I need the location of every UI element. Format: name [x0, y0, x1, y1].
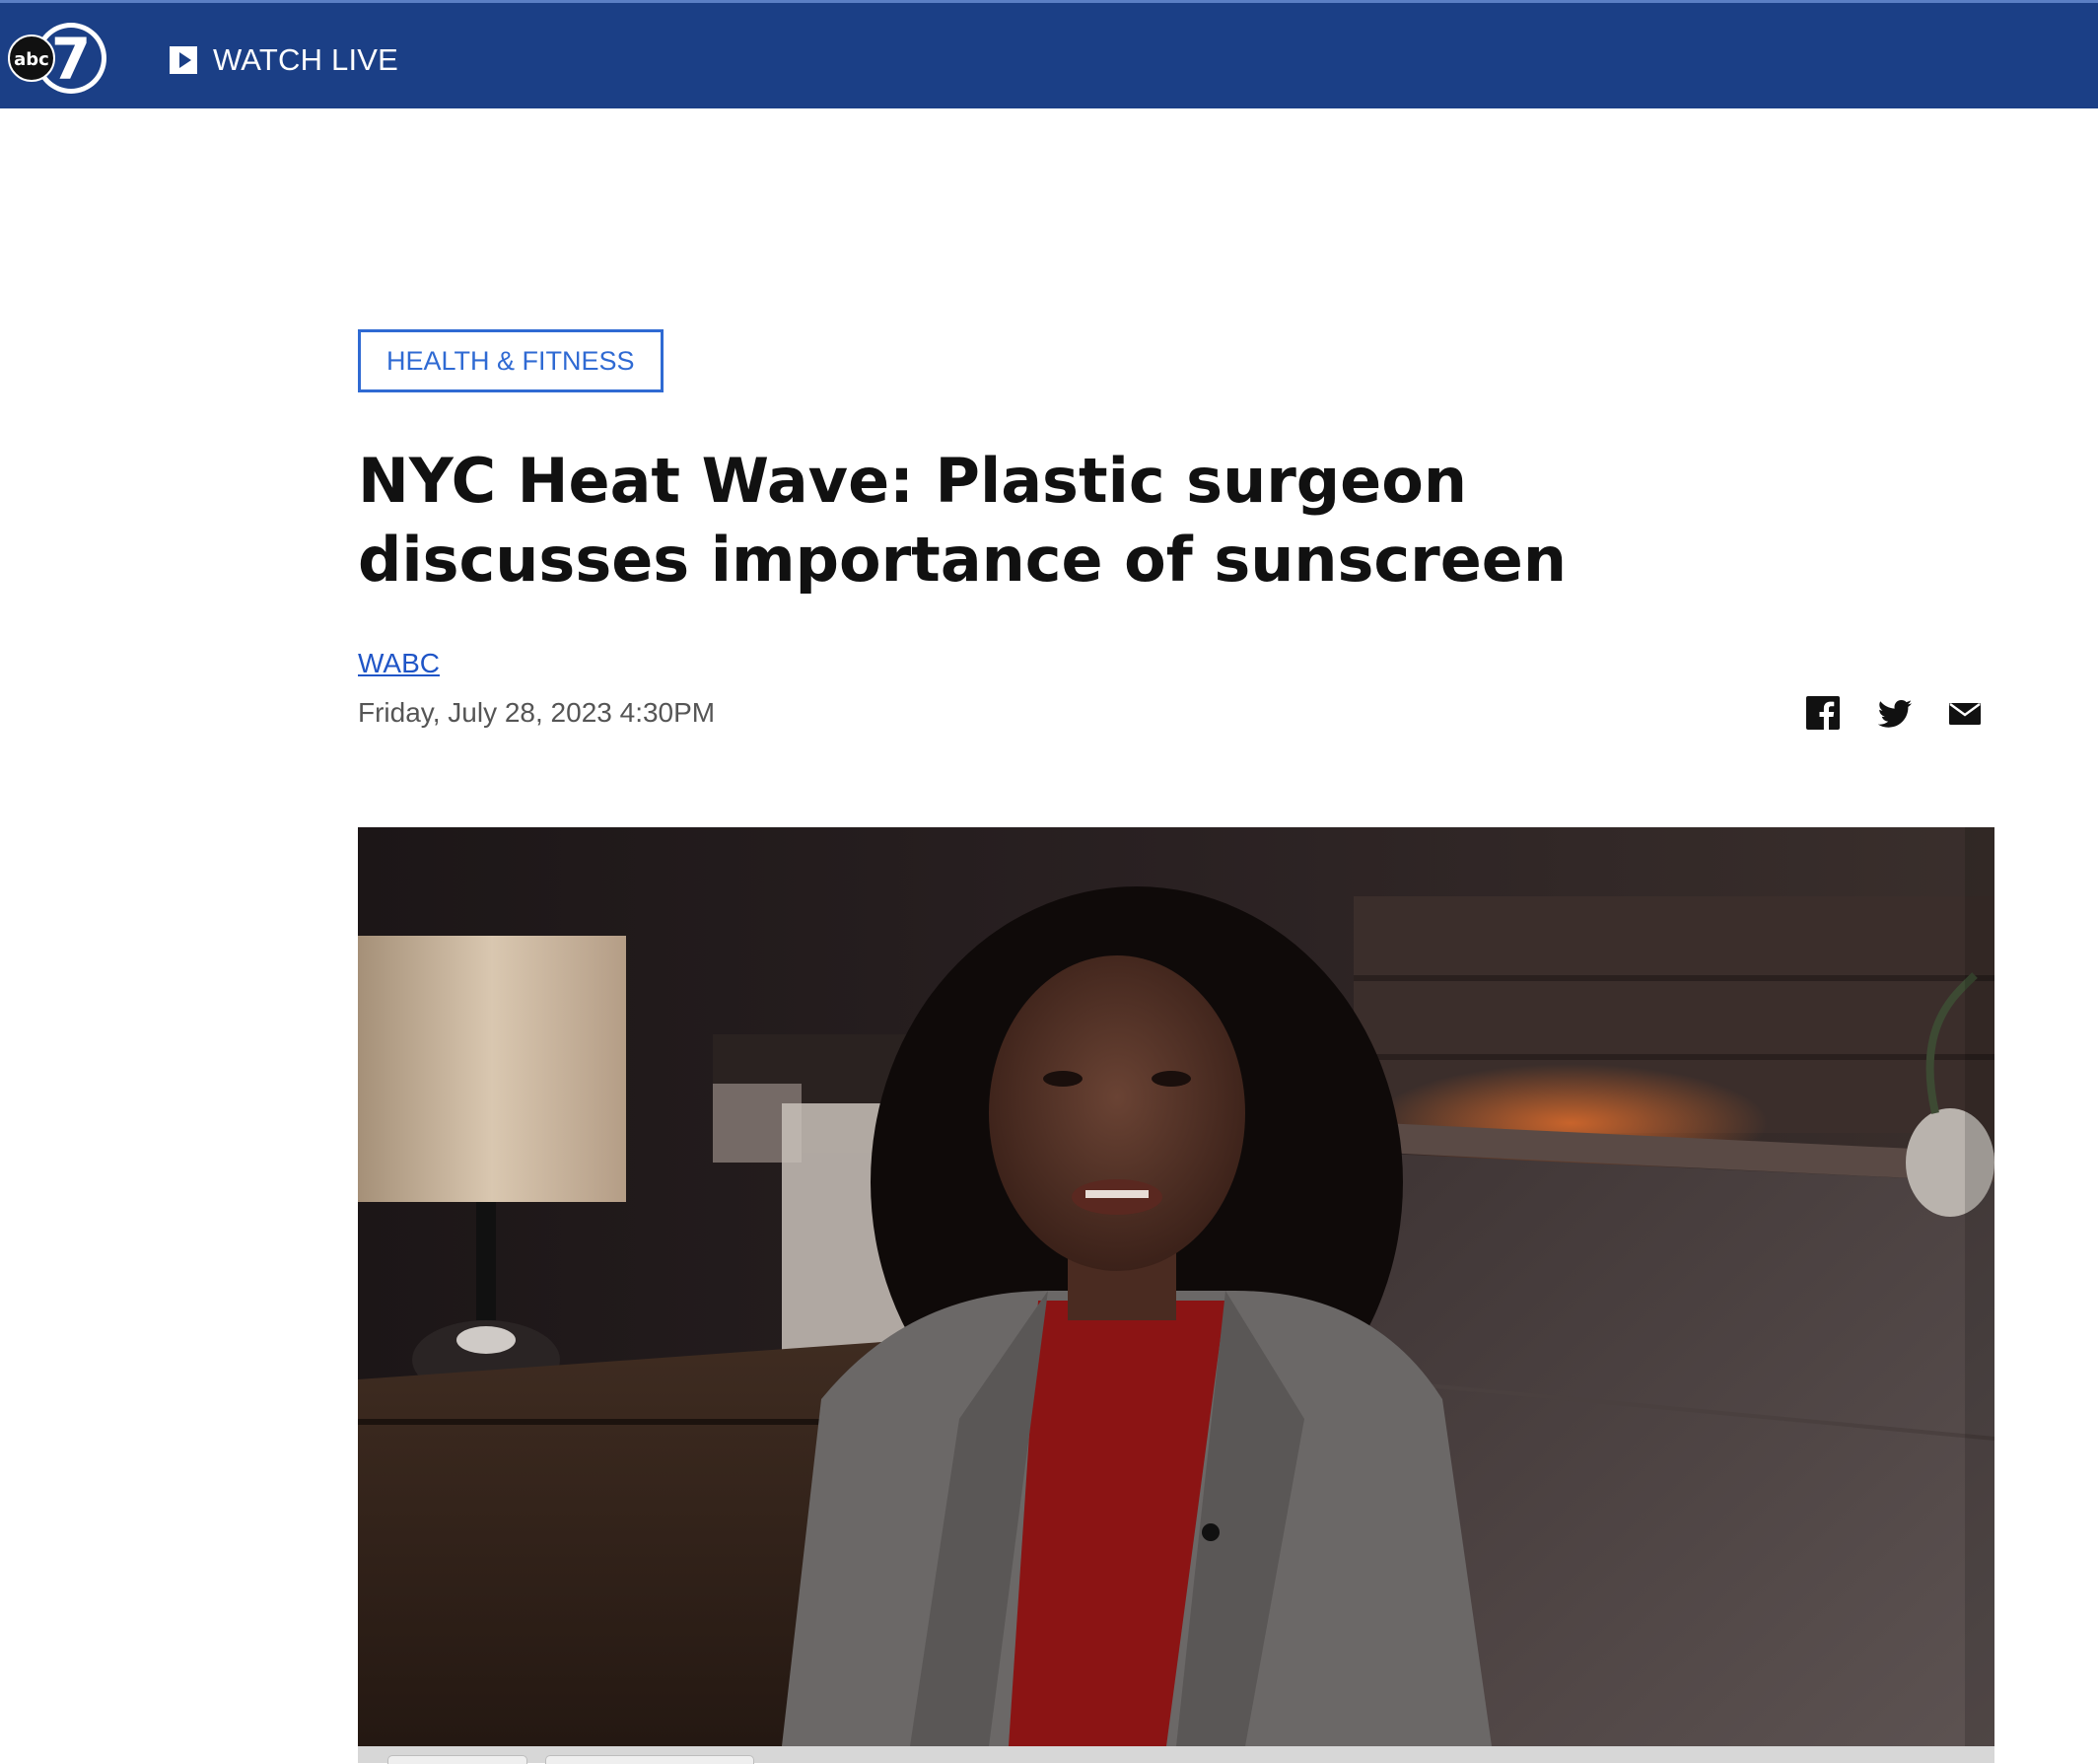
logo-abc-text: abc	[14, 49, 49, 70]
video-control-bar[interactable]	[358, 1746, 1994, 1764]
watch-live-button[interactable]: WATCH LIVE	[170, 40, 398, 80]
play-icon	[170, 46, 197, 74]
watch-live-label: WATCH LIVE	[213, 42, 399, 77]
abc7-logo[interactable]: 7 abc	[8, 21, 110, 98]
article-date: Friday, July 28, 2023 4:30PM	[358, 697, 716, 728]
video-frame	[358, 827, 1994, 1746]
top-nav-bar: 7 abc WATCH LIVE	[0, 0, 2098, 108]
logo-number: 7	[51, 26, 91, 93]
video-player[interactable]	[358, 827, 1994, 1746]
twitter-icon[interactable]	[1877, 696, 1913, 730]
byline-link[interactable]: WABC	[358, 648, 440, 679]
facebook-icon[interactable]	[1806, 696, 1840, 730]
email-icon[interactable]	[1948, 696, 1982, 730]
article-headline: NYC Heat Wave: Plastic surgeon discusses…	[358, 445, 1567, 596]
category-tag[interactable]: HEALTH & FITNESS	[358, 329, 664, 392]
abc7-logo-icon: 7 abc	[8, 23, 106, 94]
